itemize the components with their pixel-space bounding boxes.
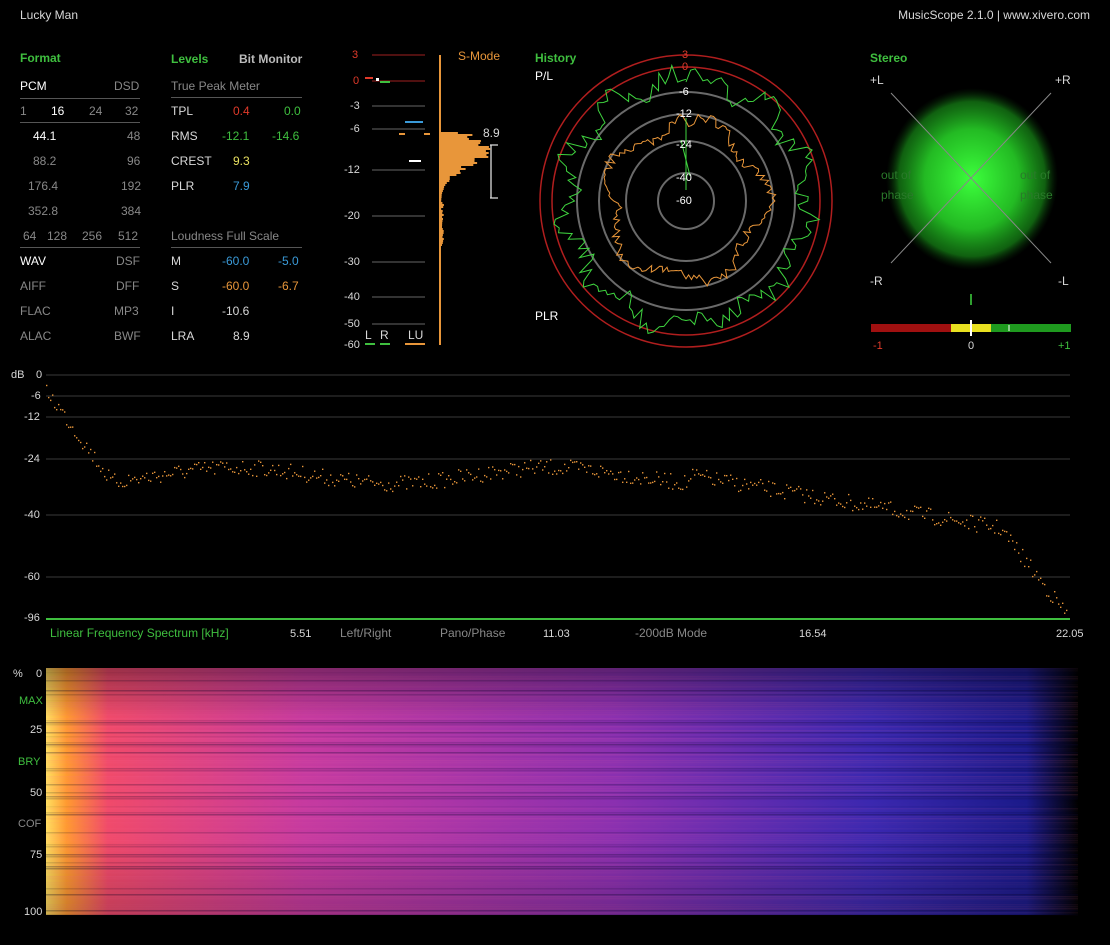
spectrogram-image	[46, 668, 1078, 916]
